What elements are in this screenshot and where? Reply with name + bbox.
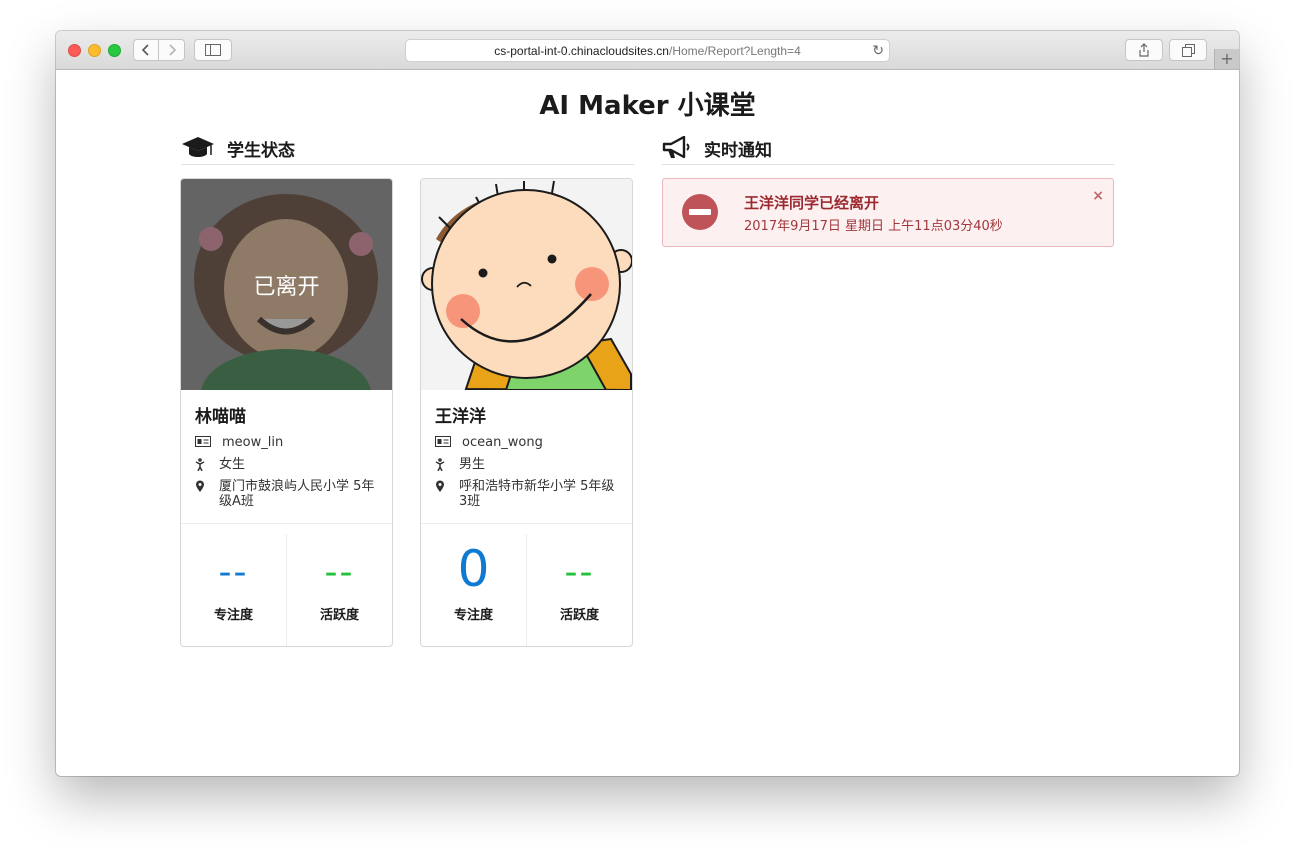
no-entry-icon [682,194,718,230]
student-stats: -- 专注度 -- 活跃度 [181,523,392,646]
id-card-icon [195,436,211,447]
forward-button[interactable] [159,39,185,61]
url-host: cs-portal-int-0.chinacloudsites.cn [494,43,669,58]
browser-window: cs-portal-int-0.chinacloudsites.cn/Home/… [56,31,1239,776]
page-content: AI Maker 小课堂 学生状态 实时通知 已离开 林喵喵 meow_lin … [56,70,1239,776]
username-row: ocean_wong [435,435,620,450]
activity-stat: -- 活跃度 [286,534,392,646]
leave-notification-alert: 王洋洋同学已经离开 2017年9月17日 星期日 上午11点03分40秒 × [662,178,1114,247]
student-info: 王洋洋 ocean_wong 男生 呼和浩特市新华小学 5年级3班 [435,402,620,516]
activity-label: 活跃度 [559,608,599,623]
student-stats: 0 专注度 -- 活跃度 [421,523,632,646]
focus-label: 专注度 [213,608,253,623]
notification-time: 2017年9月17日 星期日 上午11点03分40秒 [744,219,1003,234]
gender-row: 男生 [435,457,620,472]
share-button[interactable] [1125,39,1163,61]
focus-stat: -- 专注度 [181,534,286,646]
gender-row: 女生 [195,457,380,472]
student-username: ocean_wong [462,435,543,450]
realtime-notice-title: 实时通知 [704,140,772,161]
activity-value: -- [564,552,595,593]
focus-label: 专注度 [453,608,493,623]
realtime-notice-header: 实时通知 [662,132,1114,165]
zoom-window-button[interactable] [108,44,121,57]
sidebar-toggle-button[interactable] [194,39,232,61]
activity-value: -- [324,552,355,593]
browser-toolbar: cs-portal-int-0.chinacloudsites.cn/Home/… [56,31,1239,70]
focus-value: 0 [457,540,490,598]
activity-label: 活跃度 [319,608,359,623]
address-bar[interactable]: cs-portal-int-0.chinacloudsites.cn/Home/… [405,39,890,62]
sidebar-icon [205,44,221,56]
status-overlay: 已离开 [181,179,392,390]
graduation-cap-icon [182,137,214,157]
notification-title: 王洋洋同学已经离开 [744,194,880,212]
reload-icon[interactable]: ↻ [872,42,884,59]
student-avatar: 已离开 [181,179,392,390]
person-icon [435,458,445,471]
map-pin-icon [436,480,444,492]
activity-stat: -- 活跃度 [526,534,632,646]
student-status-title: 学生状态 [227,140,295,161]
person-icon [195,458,205,471]
student-gender: 男生 [459,457,486,472]
page-title: AI Maker 小课堂 [539,91,756,121]
student-card[interactable]: 已离开 林喵喵 meow_lin 女生 厦门市鼓浪屿人民小学 5年级A班 -- … [180,178,393,647]
focus-stat: 0 专注度 [421,534,526,646]
student-name: 王洋洋 [435,407,486,427]
boy-avatar-image [421,179,632,390]
back-button[interactable] [133,39,159,61]
map-pin-icon [196,480,204,492]
student-avatar [421,179,632,390]
chevron-right-icon [168,44,176,56]
tabs-icon [1181,43,1195,57]
tabs-overview-button[interactable] [1169,39,1207,61]
share-icon [1139,43,1149,57]
student-school: 呼和浩特市新华小学 5年级3班 [459,479,615,509]
student-card[interactable]: 王洋洋 ocean_wong 男生 呼和浩特市新华小学 5年级3班 0 专注度 … [420,178,633,647]
megaphone-icon [662,136,690,159]
minimize-window-button[interactable] [88,44,101,57]
new-tab-button[interactable]: + [1214,49,1239,69]
focus-value: -- [218,552,249,593]
student-username: meow_lin [222,435,284,450]
history-nav [133,39,185,61]
student-info: 林喵喵 meow_lin 女生 厦门市鼓浪屿人民小学 5年级A班 [195,402,380,516]
school-row: 呼和浩特市新华小学 5年级3班 [435,479,620,509]
close-window-button[interactable] [68,44,81,57]
username-row: meow_lin [195,435,380,450]
student-name: 林喵喵 [195,407,246,427]
student-school: 厦门市鼓浪屿人民小学 5年级A班 [219,479,375,509]
chevron-left-icon [141,44,149,56]
close-icon[interactable]: × [1092,188,1104,204]
school-row: 厦门市鼓浪屿人民小学 5年级A班 [195,479,380,509]
url-path: /Home/Report?Length=4 [668,43,801,58]
student-status-header: 学生状态 [181,132,634,165]
student-gender: 女生 [219,457,246,472]
id-card-icon [435,436,451,447]
